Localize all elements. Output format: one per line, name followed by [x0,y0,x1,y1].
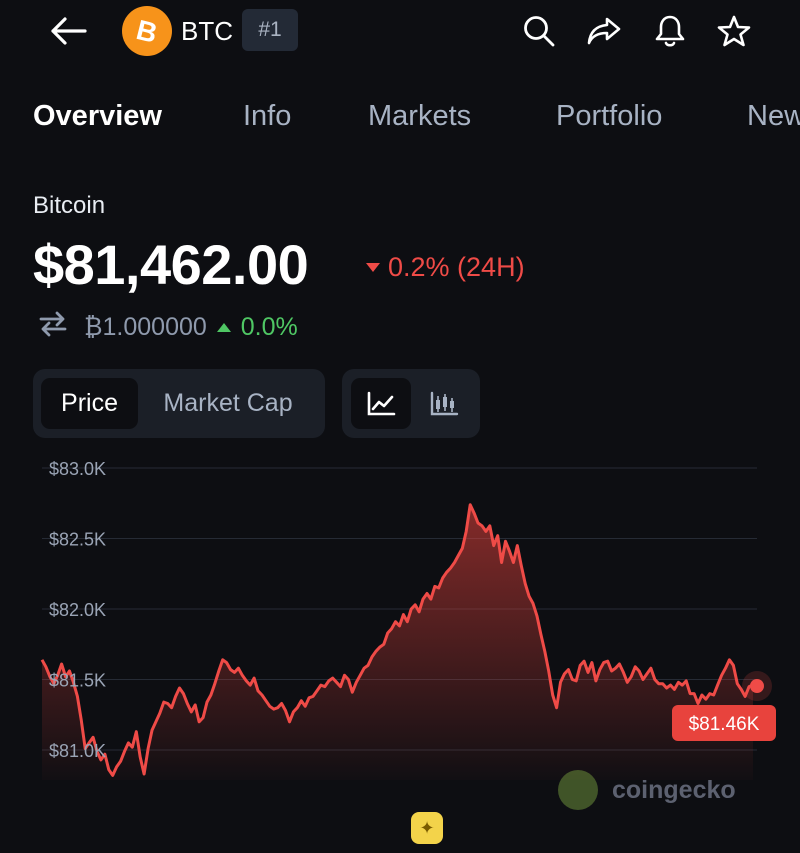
sparkle-icon[interactable]: ✦ [411,812,443,844]
coin-name: Bitcoin [33,192,106,219]
star-icon[interactable] [715,12,753,50]
chart-metric-toggle: Price Market Cap [33,369,325,438]
rank-badge: #1 [242,9,298,51]
coingecko-text: coingecko [612,775,736,804]
coingecko-logo-icon [558,770,598,810]
y-tick-label: $83.0K [49,459,106,479]
tab-bar: Overview Info Markets Portfolio News [0,100,800,148]
market-cap-toggle[interactable]: Market Cap [145,378,311,429]
y-tick-label: $82.5K [49,530,106,550]
price-toggle[interactable]: Price [41,378,138,429]
price-area [42,504,753,780]
price-chart-svg: $83.0K $82.5K $82.0K $81.5K $81.0K $81.46K [40,459,776,780]
btc-price: ₿1.000000 [84,312,207,341]
coin-symbol: BTC [181,16,233,46]
chart-type-toggle [342,369,480,438]
tab-portfolio[interactable]: Portfolio [556,100,662,133]
price-value: $81,462.00 [33,233,309,296]
back-arrow-icon[interactable] [48,12,90,50]
tab-overview[interactable]: Overview [33,100,162,133]
triangle-up-icon [216,322,231,332]
current-price-label: $81.46K [689,714,760,735]
y-tick-label: $81.0K [49,741,106,761]
price-change-text: 0.2% (24H) [388,252,525,282]
tab-news[interactable]: News [747,100,800,133]
bell-icon[interactable] [651,12,689,50]
y-tick-label: $82.0K [49,600,106,620]
search-icon[interactable] [520,12,558,50]
share-icon[interactable] [585,12,623,50]
top-bar: B BTC #1 [0,0,800,62]
current-price-dot [750,679,764,693]
btc-price-row: ₿1.000000 0.0% [38,310,298,344]
y-tick-label: $81.5K [49,671,106,691]
tab-info[interactable]: Info [243,100,291,133]
bitcoin-logo-icon: B [122,6,172,56]
line-chart-icon[interactable] [351,378,411,429]
btc-change: 0.0% [240,312,298,341]
coingecko-watermark: coingecko [558,770,736,810]
tab-markets[interactable]: Markets [368,100,471,133]
price-change-24h: 0.2% (24H) [366,252,525,283]
swap-arrows-icon[interactable] [38,310,68,345]
price-chart[interactable]: $83.0K $82.5K $82.0K $81.5K $81.0K $81.46K [0,450,800,790]
triangle-down-icon [366,263,380,272]
svg-text:B: B [133,15,160,47]
candlestick-icon[interactable] [416,378,472,429]
